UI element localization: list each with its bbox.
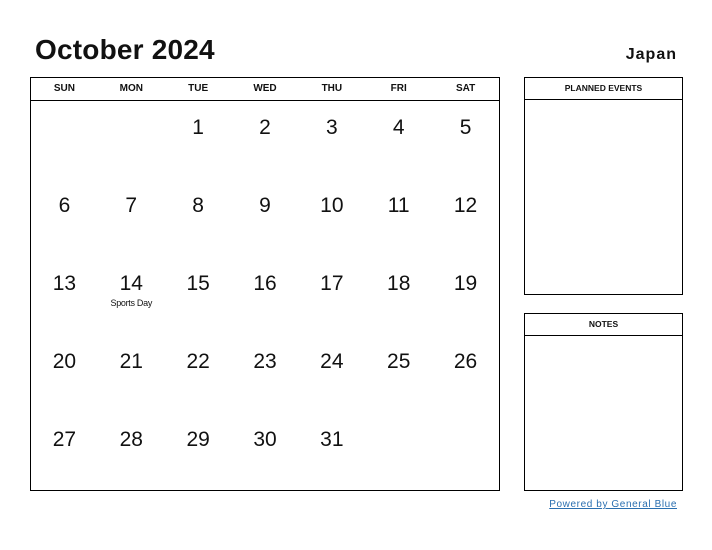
day-number: 11 [387, 194, 410, 217]
day-cell: 12 [432, 179, 499, 257]
day-number: 5 [459, 116, 472, 139]
notes-panel: NOTES [524, 313, 683, 491]
day-number: 9 [259, 194, 271, 217]
day-number: 7 [125, 194, 138, 217]
day-cell: 24 [298, 335, 365, 413]
day-cell: 16 [232, 257, 299, 335]
calendar-grid: SUN MON TUE WED THU FRI SAT 1 2 3 4 5 6 7 8 9 10 1… [30, 77, 500, 491]
day-number: 4 [392, 116, 405, 139]
day-cell: 4 [365, 101, 432, 179]
day-number: 6 [58, 194, 71, 217]
holiday-label: Sports Day [110, 298, 153, 308]
calendar-title: October 2024 [35, 34, 215, 65]
day-cell: 18 [365, 257, 432, 335]
planned-events-title: PLANNED EVENTS [525, 78, 682, 100]
day-number: 8 [192, 194, 204, 217]
day-number: 16 [253, 272, 277, 295]
day-cell: 6 [31, 179, 98, 257]
day-cell: 2 [232, 101, 299, 179]
day-cell: 10 [298, 179, 365, 257]
notes-title: NOTES [525, 314, 682, 336]
weekday-sat: SAT [455, 83, 476, 94]
days-grid: 1 2 3 4 5 6 7 8 9 10 11 12 13 14 Sports Day 15 16 17 18 19 2… [31, 101, 499, 491]
day-number: 19 [453, 272, 478, 295]
day-cell: 30 [232, 413, 299, 491]
day-cell: 7 [98, 179, 165, 257]
day-number: 28 [119, 428, 143, 451]
weekday-thu: THU [321, 83, 343, 94]
day-number: 27 [52, 428, 77, 451]
powered-by-link[interactable]: Powered by General Blue [549, 499, 677, 510]
day-cell: 14 Sports Day [98, 257, 165, 335]
country-label: Japan [625, 46, 677, 63]
day-number: 24 [320, 350, 344, 373]
day-cell: 26 [432, 335, 499, 413]
day-number: 31 [320, 428, 344, 451]
day-cell: 22 [165, 335, 232, 413]
day-cell [31, 101, 98, 179]
day-cell: 25 [365, 335, 432, 413]
day-number: 18 [387, 272, 411, 295]
day-cell: 13 [31, 257, 98, 335]
day-cell: 17 [298, 257, 365, 335]
day-number: 25 [387, 350, 411, 373]
day-cell: 15 [165, 257, 232, 335]
weekday-fri: FRI [390, 83, 407, 94]
weekday-header: SUN MON TUE WED THU FRI SAT [31, 78, 499, 101]
day-number: 3 [326, 116, 338, 139]
day-cell: 27 [31, 413, 98, 491]
day-number: 14 [119, 272, 143, 295]
day-cell: 9 [232, 179, 299, 257]
weekday-sun: SUN [53, 83, 75, 94]
day-number: 20 [52, 350, 77, 373]
day-cell: 28 [98, 413, 165, 491]
day-cell: 1 [165, 101, 232, 179]
day-number: 2 [259, 116, 271, 139]
day-cell: 3 [298, 101, 365, 179]
day-number: 1 [192, 116, 204, 139]
day-number: 17 [320, 272, 344, 295]
day-cell: 19 [432, 257, 499, 335]
day-number: 13 [52, 272, 77, 295]
planned-events-panel: PLANNED EVENTS [524, 77, 683, 295]
day-cell [432, 413, 499, 491]
day-cell: 31 [298, 413, 365, 491]
day-number: 30 [253, 428, 277, 451]
day-number: 15 [186, 272, 210, 295]
weekday-wed: WED [253, 83, 277, 94]
weekday-mon: MON [119, 83, 143, 94]
day-number: 10 [320, 194, 344, 217]
day-number: 26 [453, 350, 478, 373]
day-number: 29 [186, 428, 210, 451]
day-cell: 21 [98, 335, 165, 413]
day-cell: 20 [31, 335, 98, 413]
weekday-tue: TUE [188, 83, 209, 94]
day-number: 21 [119, 350, 143, 373]
day-cell: 29 [165, 413, 232, 491]
day-cell: 5 [432, 101, 499, 179]
day-cell: 11 [365, 179, 432, 257]
day-number: 23 [253, 350, 277, 373]
day-number: 12 [453, 194, 478, 217]
day-number: 22 [186, 350, 210, 373]
day-cell [365, 413, 432, 491]
day-cell: 8 [165, 179, 232, 257]
day-cell: 23 [232, 335, 299, 413]
day-cell [98, 101, 165, 179]
